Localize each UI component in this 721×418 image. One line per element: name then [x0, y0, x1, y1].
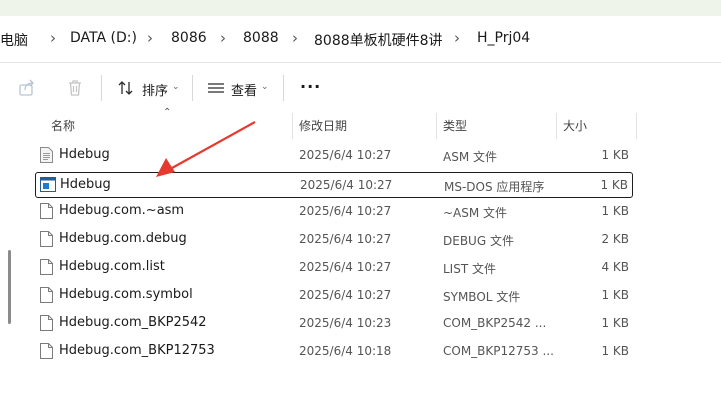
- breadcrumb-8086[interactable]: 8086: [171, 30, 207, 46]
- vertical-scrollbar[interactable]: [8, 250, 11, 324]
- breadcrumb-separator[interactable]: ›: [50, 29, 56, 47]
- address-bar[interactable]: 电脑 › DATA (D:) › 8086 › 8088 › 8088单板机硬件…: [0, 16, 721, 63]
- file-type: LIST 文件: [443, 262, 496, 276]
- file-icon: [40, 259, 53, 275]
- breadcrumb-separator[interactable]: ›: [454, 29, 460, 47]
- file-size: 4 KB: [601, 260, 629, 274]
- file-row[interactable]: Hdebug 2025/6/4 10:27 ASM 文件 1 KB: [35, 143, 633, 169]
- file-row[interactable]: Hdebug.com.symbol 2025/6/4 10:27 SYMBOL …: [35, 283, 633, 309]
- breadcrumb-8088-board[interactable]: 8088单板机硬件8讲: [314, 30, 443, 50]
- file-date: 2025/6/4 10:18: [299, 344, 392, 358]
- file-type: COM_BKP2542 ...: [443, 316, 547, 330]
- file-icon: [40, 203, 53, 219]
- chevron-down-icon[interactable]: ⌄: [172, 82, 180, 92]
- breadcrumb-drive-d[interactable]: DATA (D:): [70, 30, 137, 46]
- column-header-name[interactable]: 名称: [51, 117, 75, 134]
- toolbar-divider: [101, 75, 102, 101]
- file-type: ~ASM 文件: [443, 206, 508, 220]
- column-resize-handle[interactable]: [556, 113, 557, 139]
- file-date: 2025/6/4 10:27: [299, 148, 392, 162]
- file-name[interactable]: Hdebug.com.symbol: [59, 287, 193, 302]
- toolbar-divider: [192, 75, 193, 101]
- file-icon: [40, 287, 53, 303]
- file-row[interactable]: Hdebug.com_BKP2542 2025/6/4 10:23 COM_BK…: [35, 311, 633, 337]
- file-name[interactable]: Hdebug: [60, 177, 111, 192]
- sort-icon[interactable]: [116, 78, 136, 98]
- column-header-date[interactable]: 修改日期: [299, 117, 347, 134]
- view-button[interactable]: 查看: [231, 80, 257, 99]
- file-size: 1 KB: [601, 148, 629, 162]
- file-row-selected[interactable]: Hdebug 2025/6/4 10:27 MS-DOS 应用程序 1 KB: [35, 172, 633, 198]
- file-date: 2025/6/4 10:27: [300, 178, 393, 192]
- file-type: ASM 文件: [443, 150, 497, 164]
- file-size: 1 KB: [601, 204, 629, 218]
- file-name[interactable]: Hdebug.com_BKP12753: [59, 343, 215, 358]
- sort-button[interactable]: 排序: [142, 80, 168, 99]
- column-header-size[interactable]: 大小: [563, 117, 587, 134]
- column-resize-handle[interactable]: [436, 113, 437, 139]
- file-icon: [40, 231, 53, 247]
- file-size: 2 KB: [601, 232, 629, 246]
- file-size: 1 KB: [601, 344, 629, 358]
- breadcrumb-separator[interactable]: ›: [147, 29, 153, 47]
- breadcrumb-separator[interactable]: ›: [220, 29, 226, 47]
- file-size: 1 KB: [600, 178, 628, 192]
- file-icon: [40, 315, 53, 331]
- window-top-strip: [0, 0, 721, 16]
- file-date: 2025/6/4 10:27: [299, 204, 392, 218]
- file-type: COM_BKP12753 ...: [443, 344, 554, 358]
- file-date: 2025/6/4 10:27: [299, 260, 392, 274]
- file-icon: [40, 343, 53, 359]
- file-row[interactable]: Hdebug.com_BKP12753 2025/6/4 10:18 COM_B…: [35, 339, 633, 365]
- toolbar-divider: [283, 75, 284, 101]
- column-header-type[interactable]: 类型: [443, 117, 467, 134]
- column-resize-handle[interactable]: [292, 113, 293, 139]
- file-row[interactable]: Hdebug.com.~asm 2025/6/4 10:27 ~ASM 文件 1…: [35, 199, 633, 225]
- executable-icon: [40, 177, 56, 192]
- delete-icon[interactable]: [65, 78, 85, 98]
- file-date: 2025/6/4 10:27: [299, 288, 392, 302]
- more-options-button[interactable]: ···: [300, 77, 321, 96]
- chevron-down-icon[interactable]: ⌄: [261, 82, 269, 92]
- file-name[interactable]: Hdebug.com.list: [59, 259, 165, 274]
- sort-ascending-icon: ⌃: [163, 107, 172, 118]
- file-size: 1 KB: [601, 288, 629, 302]
- share-icon[interactable]: [17, 78, 37, 98]
- text-file-icon: [40, 147, 53, 163]
- command-bar: 排序 ⌄ 查看 ⌄ ···: [0, 63, 721, 111]
- file-name[interactable]: Hdebug: [59, 147, 110, 162]
- file-type: DEBUG 文件: [443, 234, 514, 248]
- file-name[interactable]: Hdebug.com.~asm: [59, 203, 184, 218]
- breadcrumb-separator[interactable]: ›: [292, 29, 298, 47]
- breadcrumb-h-prj04[interactable]: H_Prj04: [477, 30, 530, 46]
- column-headers: ⌃ 名称 修改日期 类型 大小: [0, 107, 721, 139]
- file-name[interactable]: Hdebug.com.debug: [59, 231, 187, 246]
- file-type: SYMBOL 文件: [443, 290, 521, 304]
- breadcrumb-8088[interactable]: 8088: [243, 30, 279, 46]
- file-row[interactable]: Hdebug.com.list 2025/6/4 10:27 LIST 文件 4…: [35, 255, 633, 281]
- file-row[interactable]: Hdebug.com.debug 2025/6/4 10:27 DEBUG 文件…: [35, 227, 633, 253]
- view-icon[interactable]: [206, 78, 226, 98]
- breadcrumb-computer[interactable]: 电脑: [0, 30, 28, 50]
- file-size: 1 KB: [601, 316, 629, 330]
- file-type: MS-DOS 应用程序: [444, 180, 545, 194]
- file-name[interactable]: Hdebug.com_BKP2542: [59, 315, 207, 330]
- file-date: 2025/6/4 10:23: [299, 316, 392, 330]
- file-date: 2025/6/4 10:27: [299, 232, 392, 246]
- column-resize-handle[interactable]: [636, 113, 637, 139]
